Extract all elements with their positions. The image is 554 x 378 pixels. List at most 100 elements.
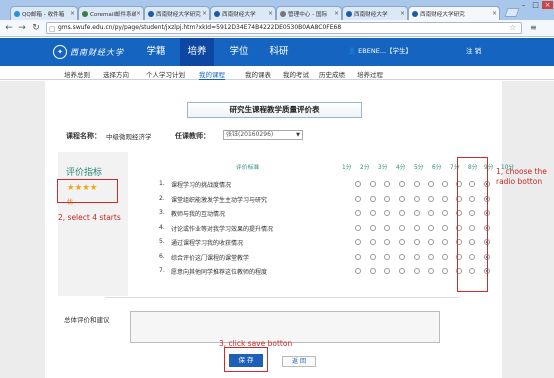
score-radio[interactable]	[384, 239, 390, 245]
subnav-item[interactable]: 培养过程	[357, 69, 383, 79]
score-radio[interactable]	[428, 210, 434, 216]
score-radio[interactable]	[399, 195, 405, 202]
score-radio[interactable]	[442, 253, 448, 260]
score-radio[interactable]	[399, 253, 405, 260]
score-radio[interactable]	[414, 224, 420, 231]
score-radio[interactable]	[414, 239, 420, 245]
close-window-icon[interactable]: ×	[542, 1, 553, 9]
score-radio[interactable]	[384, 224, 390, 231]
score-radio[interactable]	[384, 195, 390, 202]
subnav-item[interactable]: 历史成绩	[319, 69, 345, 79]
score-radio[interactable]	[399, 210, 405, 216]
question-number: 2.	[159, 194, 165, 202]
bookmark-star-icon[interactable]: ☆	[509, 23, 516, 32]
new-tab-button[interactable]	[504, 8, 520, 17]
back-arrow-icon[interactable]: ←	[4, 23, 14, 33]
score-radio[interactable]	[399, 181, 405, 187]
subnav-item[interactable]: 培养总则	[64, 69, 90, 79]
browser-tab[interactable]: 西南财经大学研究 ×	[144, 6, 210, 20]
close-icon[interactable]: ×	[136, 10, 143, 17]
nav-item-active[interactable]: 培养	[180, 38, 214, 66]
close-icon[interactable]: ×	[492, 10, 499, 17]
score-radio[interactable]	[370, 239, 376, 245]
subnav-item[interactable]: 选择方向	[103, 69, 129, 79]
browser-tab-bar: QQ邮箱 - 收件箱 × Coremail邮件系统 × 西南财经大学研究 × 西南财经…	[0, 0, 554, 20]
score-radio[interactable]	[428, 224, 434, 231]
subnav-item[interactable]: 我的考试	[283, 69, 309, 79]
score-radio[interactable]	[428, 195, 434, 202]
score-radio[interactable]	[428, 239, 434, 245]
nav-item[interactable]: 科研	[266, 44, 292, 60]
score-radio[interactable]	[399, 268, 405, 274]
score-header: 3分	[378, 165, 388, 171]
score-radio[interactable]	[428, 181, 434, 187]
close-icon[interactable]: ×	[400, 10, 407, 17]
back-button[interactable]: 返 回	[282, 356, 316, 367]
score-radio[interactable]	[370, 181, 376, 187]
score-radio[interactable]	[442, 210, 448, 216]
score-radio[interactable]	[428, 268, 434, 274]
menu-icon[interactable]: ≡	[530, 23, 537, 32]
score-radio[interactable]	[428, 253, 434, 260]
maximize-icon[interactable]: □	[530, 1, 541, 9]
logout-link[interactable]: 注 销	[466, 45, 481, 55]
score-radio[interactable]	[370, 268, 376, 274]
question-text: 愿意向其他同学推荐这位教师的程度	[171, 269, 268, 276]
score-radio[interactable]	[414, 268, 420, 274]
reload-icon[interactable]: ↻	[31, 23, 41, 33]
minimize-icon[interactable]: –	[518, 1, 529, 9]
score-radio[interactable]	[414, 195, 420, 202]
question-number: 3.	[159, 209, 165, 216]
close-icon[interactable]: ×	[70, 10, 77, 17]
close-icon[interactable]: ×	[268, 10, 275, 17]
score-radio[interactable]	[399, 224, 405, 231]
score-radio[interactable]	[370, 195, 376, 202]
forward-arrow-icon[interactable]: →	[17, 23, 27, 33]
score-radio[interactable]	[414, 253, 420, 260]
score-radio[interactable]	[384, 181, 390, 187]
subnav-item[interactable]: 我的课表	[245, 69, 271, 79]
score-radio[interactable]	[355, 268, 361, 274]
url-input[interactable]: ▢ gms.swufe.edu.cn/py/page/student/jxzlpj…	[46, 22, 522, 34]
score-radio[interactable]	[384, 268, 390, 274]
score-radio[interactable]	[355, 195, 361, 202]
score-radio[interactable]	[355, 224, 361, 231]
nav-item[interactable]: 学籍	[143, 44, 169, 60]
subnav-item[interactable]: 个人学习计划	[146, 69, 185, 79]
close-icon[interactable]: ×	[334, 10, 341, 17]
browser-tab-active[interactable]: 西南财经大学研究 ×	[408, 6, 500, 20]
question-number: 1.	[159, 180, 165, 187]
score-header: 4分	[396, 165, 406, 171]
browser-tab[interactable]: 西南财经大学 ×	[210, 6, 276, 20]
score-radio[interactable]	[414, 210, 420, 216]
university-logo[interactable]: ✦ 西南财经大学	[53, 42, 127, 62]
score-radio[interactable]	[399, 239, 405, 245]
score-radio[interactable]	[442, 195, 448, 202]
subnav-item-active[interactable]: 我的课程	[199, 69, 225, 80]
score-radio[interactable]	[384, 253, 390, 260]
score-radio[interactable]	[370, 224, 376, 231]
close-icon[interactable]: ×	[202, 10, 209, 17]
score-radio[interactable]	[355, 253, 361, 260]
annotation-text-3: 3, click save botton	[219, 339, 293, 348]
score-radio[interactable]	[442, 268, 448, 274]
score-radio[interactable]	[370, 210, 376, 216]
score-radio[interactable]	[442, 239, 448, 245]
score-radio[interactable]	[442, 224, 448, 231]
browser-tab[interactable]: 管理中心 - 国际 ×	[276, 6, 342, 20]
browser-tab[interactable]: 西南财经大学 ×	[342, 6, 408, 20]
score-radio[interactable]	[384, 210, 390, 216]
score-radio[interactable]	[442, 181, 448, 187]
score-radio[interactable]	[355, 210, 361, 216]
score-radio[interactable]	[370, 253, 376, 260]
nav-item[interactable]: 学位	[226, 44, 252, 60]
score-radio[interactable]	[355, 181, 361, 187]
address-bar: ← → ↻ ▢ gms.swufe.edu.cn/py/page/student/…	[0, 20, 554, 37]
teacher-select[interactable]: 张钰(20160296) ▼	[223, 130, 303, 140]
score-radio[interactable]	[355, 239, 361, 245]
browser-tab[interactable]: QQ邮箱 - 收件箱 ×	[10, 6, 78, 20]
user-info: 👤 EBENE...【学生】	[348, 47, 413, 55]
annotation-box-stars	[57, 179, 118, 203]
score-radio[interactable]	[414, 181, 420, 187]
browser-tab[interactable]: Coremail邮件系统 ×	[78, 6, 144, 20]
